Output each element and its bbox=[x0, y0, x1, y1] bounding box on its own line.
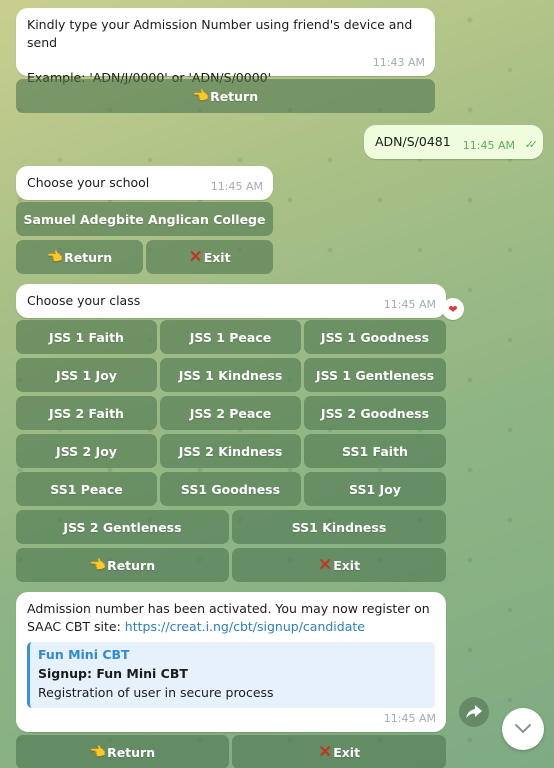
class-button[interactable]: JSS 2 Joy bbox=[16, 434, 157, 468]
message-time: 11:45 AM bbox=[383, 712, 436, 725]
message-time: 11:45 AM bbox=[462, 139, 515, 152]
class-button[interactable]: JSS 1 Faith bbox=[16, 320, 157, 354]
class-button[interactable]: SS1 Faith bbox=[304, 434, 446, 468]
preview-subtitle: Signup: Fun Mini CBT bbox=[38, 666, 188, 681]
message-activation: Admission number has been activated. You… bbox=[16, 592, 446, 732]
school-button[interactable]: Samuel Adegbite Anglican College bbox=[16, 202, 273, 236]
class-button[interactable]: SS1 Goodness bbox=[160, 472, 301, 506]
cross-mark-icon: ✕ bbox=[317, 555, 333, 575]
class-button[interactable]: JSS 2 Peace bbox=[160, 396, 301, 430]
link-preview[interactable]: Fun Mini CBT Signup: Fun Mini CBT Regist… bbox=[27, 642, 435, 708]
preview-description: Registration of user in secure process bbox=[38, 685, 274, 700]
exit-button[interactable]: ✕ Exit bbox=[146, 240, 273, 274]
return-button[interactable]: 👈 Return bbox=[16, 735, 229, 768]
class-button[interactable]: JSS 1 Kindness bbox=[160, 358, 301, 392]
return-button[interactable]: 👈 Return bbox=[16, 548, 229, 582]
pointing-hand-icon: 👈 bbox=[192, 88, 210, 104]
forward-button[interactable] bbox=[459, 697, 489, 727]
heart-reaction-icon[interactable]: ❤ bbox=[442, 298, 464, 320]
pointing-hand-icon: 👈 bbox=[46, 249, 64, 265]
class-button[interactable]: JSS 2 Kindness bbox=[160, 434, 301, 468]
scroll-down-button[interactable] bbox=[502, 708, 544, 750]
class-button[interactable]: SS1 Kindness bbox=[232, 510, 446, 544]
pointing-hand-icon: 👈 bbox=[89, 557, 107, 573]
message-time: 11:45 AM bbox=[210, 180, 263, 193]
class-button[interactable]: JSS 2 Gentleness bbox=[16, 510, 229, 544]
message-admission-prompt: Kindly type your Admission Number using … bbox=[16, 8, 435, 85]
exit-button[interactable]: ✕ Exit bbox=[232, 548, 446, 582]
class-button[interactable]: JSS 1 Joy bbox=[16, 358, 157, 392]
message-choose-class: Choose your class 11:45 AM bbox=[16, 284, 446, 318]
pointing-hand-icon: 👈 bbox=[89, 744, 107, 760]
message-choose-school: Choose your school 11:45 AM bbox=[16, 166, 273, 200]
class-button[interactable]: SS1 Joy bbox=[304, 472, 446, 506]
return-button[interactable]: 👈 Return bbox=[16, 240, 143, 274]
exit-button[interactable]: ✕ Exit bbox=[232, 735, 446, 768]
message-time: 11:43 AM bbox=[372, 56, 425, 69]
class-button[interactable]: JSS 1 Peace bbox=[160, 320, 301, 354]
cross-mark-icon: ✕ bbox=[188, 247, 203, 267]
class-button[interactable]: JSS 2 Goodness bbox=[304, 396, 446, 430]
message-text: Admission number has been activated. You… bbox=[27, 601, 430, 634]
class-button[interactable]: JSS 1 Goodness bbox=[304, 320, 446, 354]
preview-title: Fun Mini CBT bbox=[38, 647, 130, 662]
message-text: Kindly type your Admission Number using … bbox=[27, 17, 413, 50]
message-text: Choose your class bbox=[27, 293, 141, 308]
share-arrow-icon bbox=[466, 705, 482, 719]
message-admission-number: ADN/S/0481 11:45 AM ✓✓ bbox=[364, 125, 543, 159]
message-time: 11:45 AM bbox=[383, 298, 436, 311]
double-check-icon: ✓✓ bbox=[524, 138, 539, 151]
class-button[interactable]: JSS 2 Faith bbox=[16, 396, 157, 430]
chevron-down-icon bbox=[515, 724, 531, 734]
class-button[interactable]: JSS 1 Gentleness bbox=[304, 358, 446, 392]
class-button[interactable]: SS1 Peace bbox=[16, 472, 157, 506]
signup-link[interactable]: https://creat.i.ng/cbt/signup/candidate bbox=[125, 619, 365, 634]
cross-mark-icon: ✕ bbox=[317, 742, 333, 762]
return-button[interactable]: 👈 Return bbox=[16, 79, 435, 113]
